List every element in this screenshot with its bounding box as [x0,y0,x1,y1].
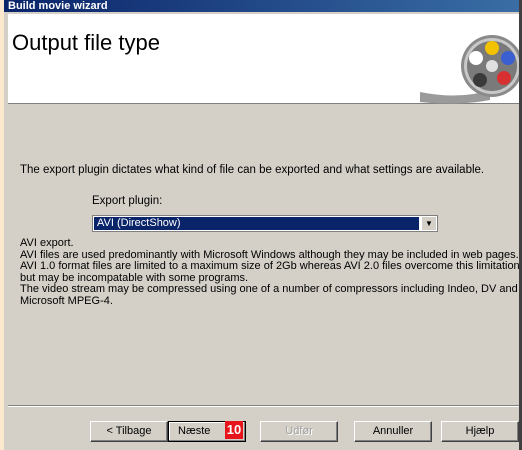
export-plugin-value: AVI (DirectShow) [93,216,420,231]
export-plugin-label: Export plugin: [92,195,163,207]
info-line: AVI files are used predominantly with Mi… [20,248,520,284]
chevron-down-icon[interactable]: ▼ [421,217,436,230]
wizard-header: Output file type [8,14,522,104]
info-line: AVI export. [20,237,74,249]
help-button[interactable]: Hjælp [441,421,519,442]
description-text: The export plugin dictates what kind of … [20,164,485,176]
page-title: Output file type [12,30,160,55]
step-badge: 10 [225,421,243,439]
info-line: The video stream may be compressed using… [20,283,518,307]
plugin-info: AVI export. AVI files are used predomina… [20,237,520,308]
cancel-button[interactable]: Annuller [354,421,432,442]
wizard-window: Build movie wizard Output file type The … [4,0,522,450]
back-button[interactable]: < Tilbage [90,421,168,442]
finish-button[interactable]: Udfør [260,421,338,442]
window-title: Build movie wizard [4,0,522,12]
film-reel-icon [420,35,522,104]
divider [8,405,522,407]
export-plugin-select[interactable]: AVI (DirectShow) ▼ [92,215,438,232]
